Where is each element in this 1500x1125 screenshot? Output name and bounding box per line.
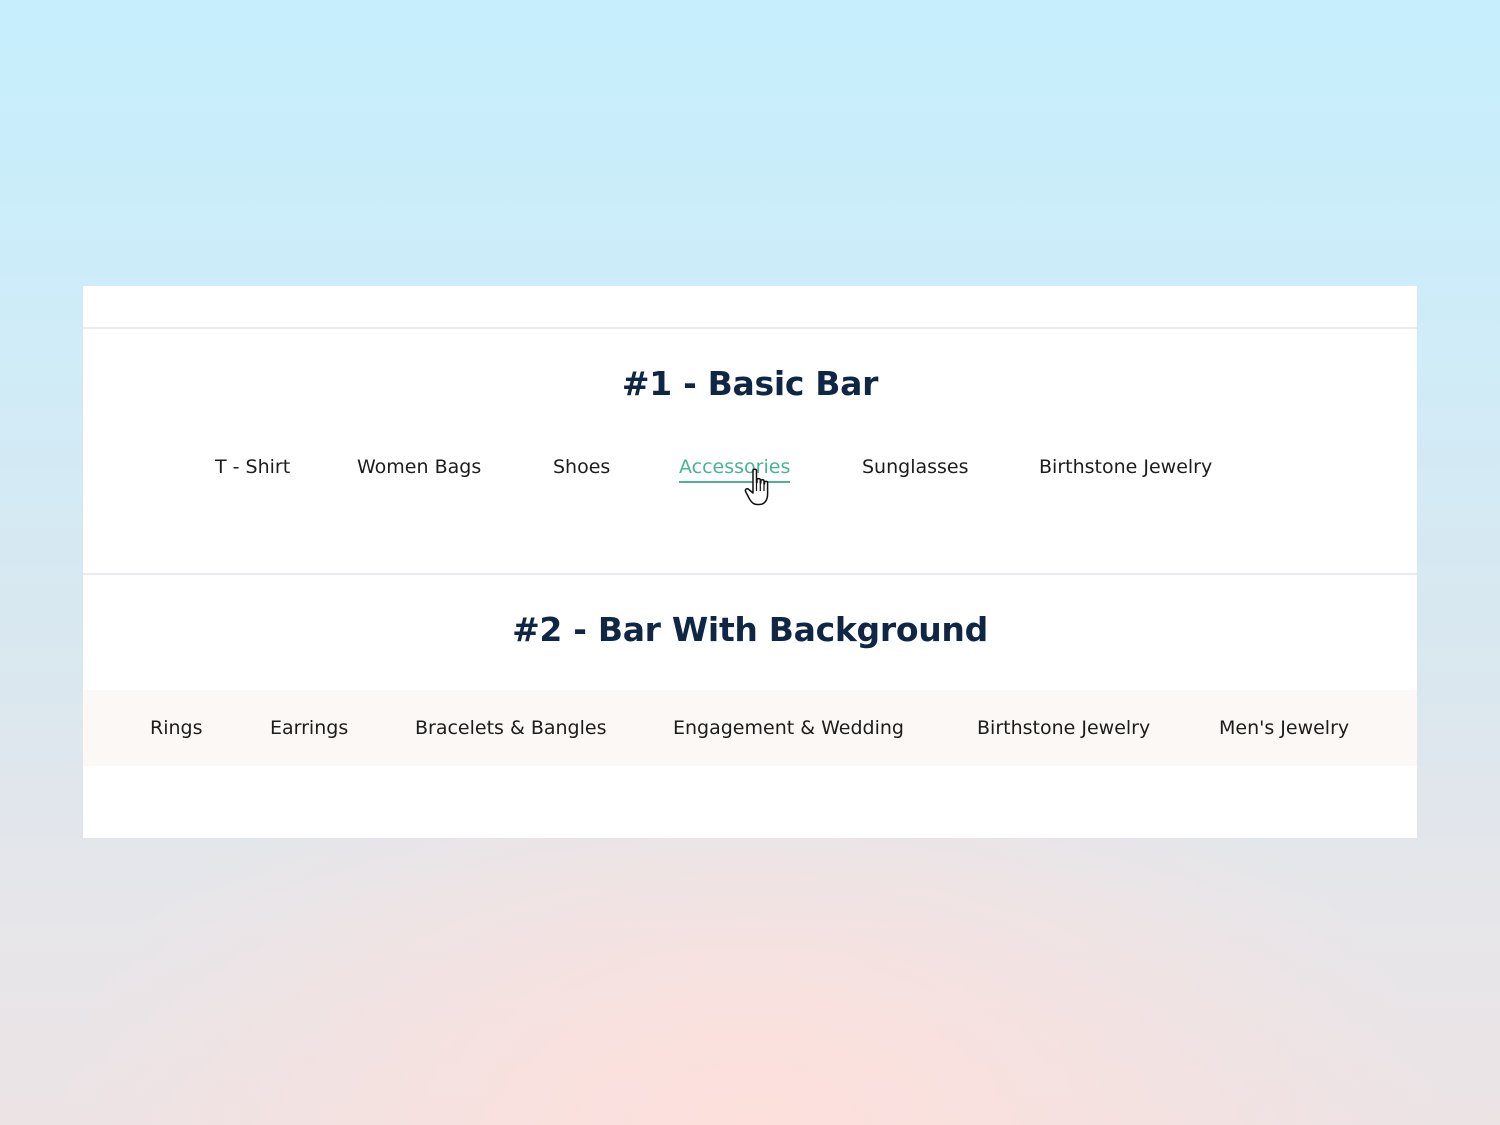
hand-pointer-icon — [744, 468, 769, 506]
nav-item-engagement-wedding[interactable]: Engagement & Wedding — [673, 713, 904, 743]
demo-card: #1 - Basic Bar T - Shirt Women Bags Shoe… — [83, 286, 1417, 838]
section1-heading: #1 - Basic Bar — [621, 364, 879, 403]
nav-item-birthstone-jewelry[interactable]: Birthstone Jewelry — [1039, 452, 1212, 482]
nav-item-birthstone-jewelry-2[interactable]: Birthstone Jewelry — [977, 713, 1150, 743]
nav-item-rings[interactable]: Rings — [150, 713, 202, 743]
background-nav-bar: Rings Earrings Bracelets & Bangles Engag… — [83, 690, 1417, 766]
nav-item-earrings[interactable]: Earrings — [270, 713, 348, 743]
section2-heading: #2 - Bar With Background — [512, 610, 988, 649]
nav-item-women-bags[interactable]: Women Bags — [357, 452, 481, 482]
nav-item-mens-jewelry[interactable]: Men's Jewelry — [1219, 713, 1349, 743]
nav-item-shoes[interactable]: Shoes — [553, 452, 610, 482]
nav-item-t-shirt[interactable]: T - Shirt — [215, 452, 290, 482]
nav-item-sunglasses[interactable]: Sunglasses — [862, 452, 969, 482]
section-divider — [83, 573, 1417, 575]
nav-item-bracelets-bangles[interactable]: Bracelets & Bangles — [415, 713, 606, 743]
top-divider — [83, 327, 1417, 329]
nav-item-accessories[interactable]: Accessories — [679, 452, 791, 483]
